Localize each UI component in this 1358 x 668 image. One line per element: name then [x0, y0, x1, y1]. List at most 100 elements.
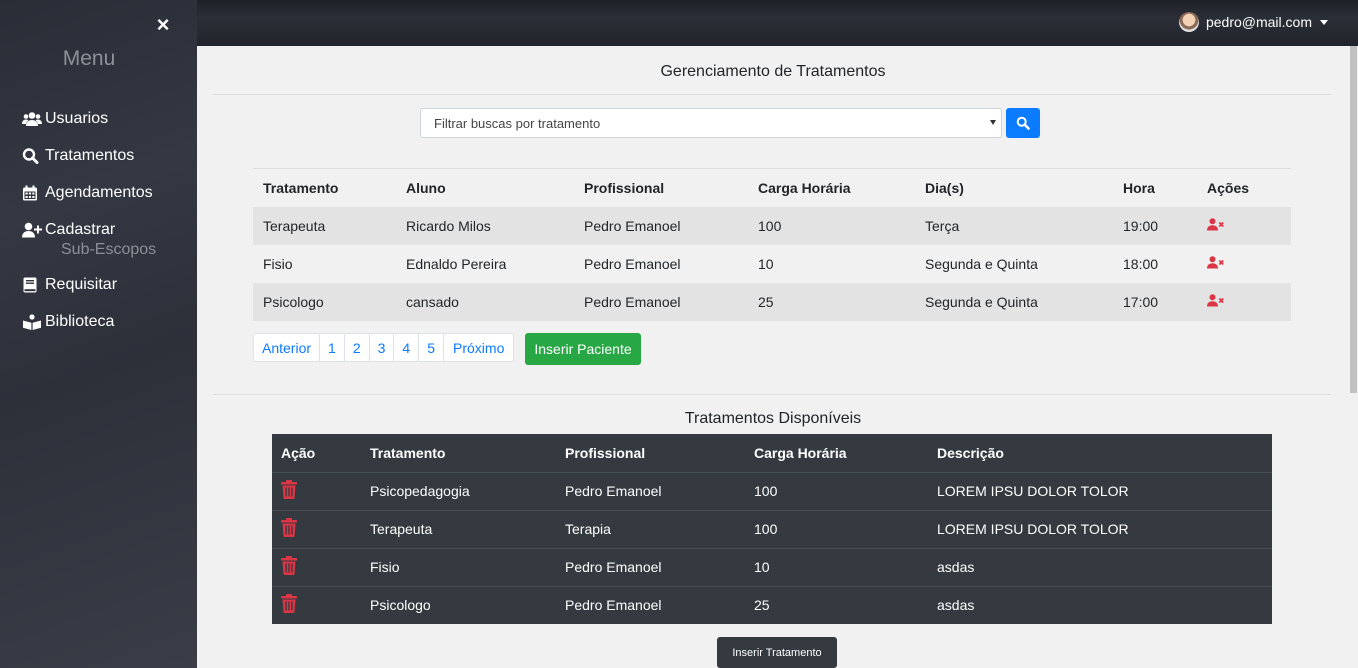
topbar: pedro@mail.com [197, 0, 1358, 46]
sidebar-item-usuarios[interactable]: Usuarios [22, 107, 156, 130]
table-cell [272, 585, 361, 624]
table-cell: Terapia [556, 509, 745, 548]
table-cell: Pedro Emanoel [584, 255, 681, 272]
section-title: Tratamentos Disponíveis [684, 410, 862, 427]
book-icon [22, 277, 42, 293]
table-cell: Psicologo [253, 282, 396, 321]
sidebar-item-requisitar[interactable]: Requisitar [22, 273, 156, 296]
sidebar-sub-item[interactable]: Sub-Escopos [61, 241, 156, 261]
search-icon [22, 147, 42, 164]
table-cell: 10 [758, 255, 774, 272]
sidebar-item-biblioteca[interactable]: Biblioteca [22, 310, 156, 333]
pagination-page-2[interactable]: 2 [345, 334, 370, 361]
remove-user-icon[interactable] [1207, 293, 1225, 307]
divider [213, 394, 1331, 395]
column-header: Carga Horária [745, 434, 928, 473]
chevron-down-icon [1320, 19, 1328, 25]
appointments-table: Tratamento Aluno Profissional Carga Horá… [253, 168, 1291, 321]
sidebar-item-label: Cadastrar [45, 220, 116, 238]
table-cell: 100 [745, 471, 928, 510]
table-cell [272, 547, 361, 586]
table-cell: 17:00 [1113, 282, 1197, 321]
table-cell: Pedro Emanoel [556, 471, 745, 510]
search-button[interactable] [1006, 108, 1040, 138]
menu-title: Menu [62, 47, 116, 70]
pagination-page-1[interactable]: 1 [320, 334, 345, 361]
user-menu-toggle[interactable]: pedro@mail.com [1178, 12, 1328, 32]
table-header-row: Tratamento Aluno Profissional Carga Horá… [253, 168, 1291, 207]
table-cell: LOREM IPSU DOLOR TOLOR [928, 471, 1272, 510]
sidebar-item-tratamentos[interactable]: Tratamentos [22, 144, 156, 167]
close-sidebar-button[interactable]: × [154, 14, 172, 36]
sidebar-item-cadastrar[interactable]: Cadastrar [22, 218, 156, 241]
table-cell: cansado [396, 282, 574, 321]
sidebar-item-label: Requisitar [45, 275, 118, 293]
treatment-filter-select[interactable]: Filtrar buscas por tratamento [420, 108, 1002, 138]
insert-patient-button[interactable]: Inserir Paciente [525, 333, 641, 365]
table-cell: Pedro Emanoel [556, 547, 745, 586]
sidebar-item-label: Tratamentos [45, 146, 135, 164]
table-cell: Fisio [263, 255, 293, 272]
sidebar-item-label: Biblioteca [45, 312, 115, 330]
column-header: Dia(s) [915, 168, 1113, 207]
table-cell: 25 [748, 282, 915, 321]
column-header: Descrição [928, 434, 1272, 473]
pagination-next[interactable]: Próximo [444, 334, 513, 361]
trash-icon[interactable] [281, 480, 297, 499]
column-header: Tratamento [253, 168, 396, 207]
available-treatments-table: Ação Tratamento Profissional Carga Horár… [272, 434, 1272, 624]
calendar-icon [22, 185, 42, 201]
table-cell: Terapeuta [361, 509, 556, 548]
trash-icon[interactable] [281, 594, 297, 614]
pagination-page-3[interactable]: 3 [370, 334, 395, 361]
column-header: Hora [1113, 168, 1197, 207]
table-cell: Terça [915, 206, 1113, 245]
insert-treatment-button[interactable]: Inserir Tratamento [717, 637, 837, 668]
table-cell: Ricardo Milos [396, 206, 574, 245]
remove-user-icon[interactable] [1207, 217, 1225, 231]
column-header: Tratamento [361, 434, 556, 473]
pagination-page-5[interactable]: 5 [419, 334, 445, 361]
avatar [1178, 12, 1199, 32]
table-cell: LOREM IPSU DOLOR TOLOR [928, 509, 1272, 548]
sidebar-nav: Usuarios Tratamentos Agendamentos Cadast… [22, 107, 156, 347]
divider [213, 94, 1331, 95]
table-cell [1197, 245, 1291, 283]
table-cell: Pedro Emanoel [556, 585, 745, 624]
pagination: Anterior 1 2 3 4 5 Próximo [253, 333, 515, 362]
library-icon [22, 313, 42, 330]
table-cell [1197, 282, 1291, 321]
table-cell: Segunda e Quinta [915, 282, 1113, 321]
table-row: Psicopedagogia Pedro Emanoel 100 LOREM I… [272, 471, 1272, 510]
table-row: Fisio Ednaldo Pereira Pedro Emanoel 10 S… [253, 245, 1291, 283]
users-icon [22, 111, 42, 127]
sidebar-item-label: Agendamentos [45, 183, 153, 201]
table-row: Terapeuta Terapia 100 LOREM IPSU DOLOR T… [272, 509, 1272, 548]
scrollbar[interactable] [1349, 46, 1358, 668]
table-cell [1197, 206, 1291, 245]
sidebar-item-agendamentos[interactable]: Agendamentos [22, 181, 156, 204]
table-cell: Fisio [361, 547, 556, 586]
table-cell: 100 [748, 206, 915, 245]
remove-user-icon[interactable] [1207, 255, 1225, 269]
user-plus-icon [22, 222, 42, 238]
search-icon [1016, 116, 1030, 130]
pagination-prev[interactable]: Anterior [254, 334, 321, 361]
scrollbar-thumb[interactable] [1350, 46, 1357, 393]
pagination-page-4[interactable]: 4 [394, 334, 420, 361]
table-cell: 100 [745, 509, 928, 548]
table-cell [272, 509, 361, 548]
table-row: Terapeuta Ricardo Milos Pedro Emanoel 10… [253, 206, 1291, 245]
table-cell: Terapeuta [253, 206, 396, 245]
dropdown-arrow-icon [990, 120, 996, 125]
user-email: pedro@mail.com [1205, 14, 1312, 30]
table-cell: Pedro Emanoel [574, 206, 748, 245]
table-cell: 19:00 [1113, 206, 1197, 245]
column-header: Profissional [556, 434, 745, 473]
trash-icon[interactable] [281, 556, 297, 575]
table-row: Fisio Pedro Emanoel 10 asdas [272, 547, 1272, 586]
table-cell: 10 [745, 547, 928, 586]
table-cell: Ednaldo Pereira [406, 255, 507, 272]
table-header-row: Ação Tratamento Profissional Carga Horár… [272, 434, 1272, 473]
trash-icon[interactable] [281, 518, 297, 537]
